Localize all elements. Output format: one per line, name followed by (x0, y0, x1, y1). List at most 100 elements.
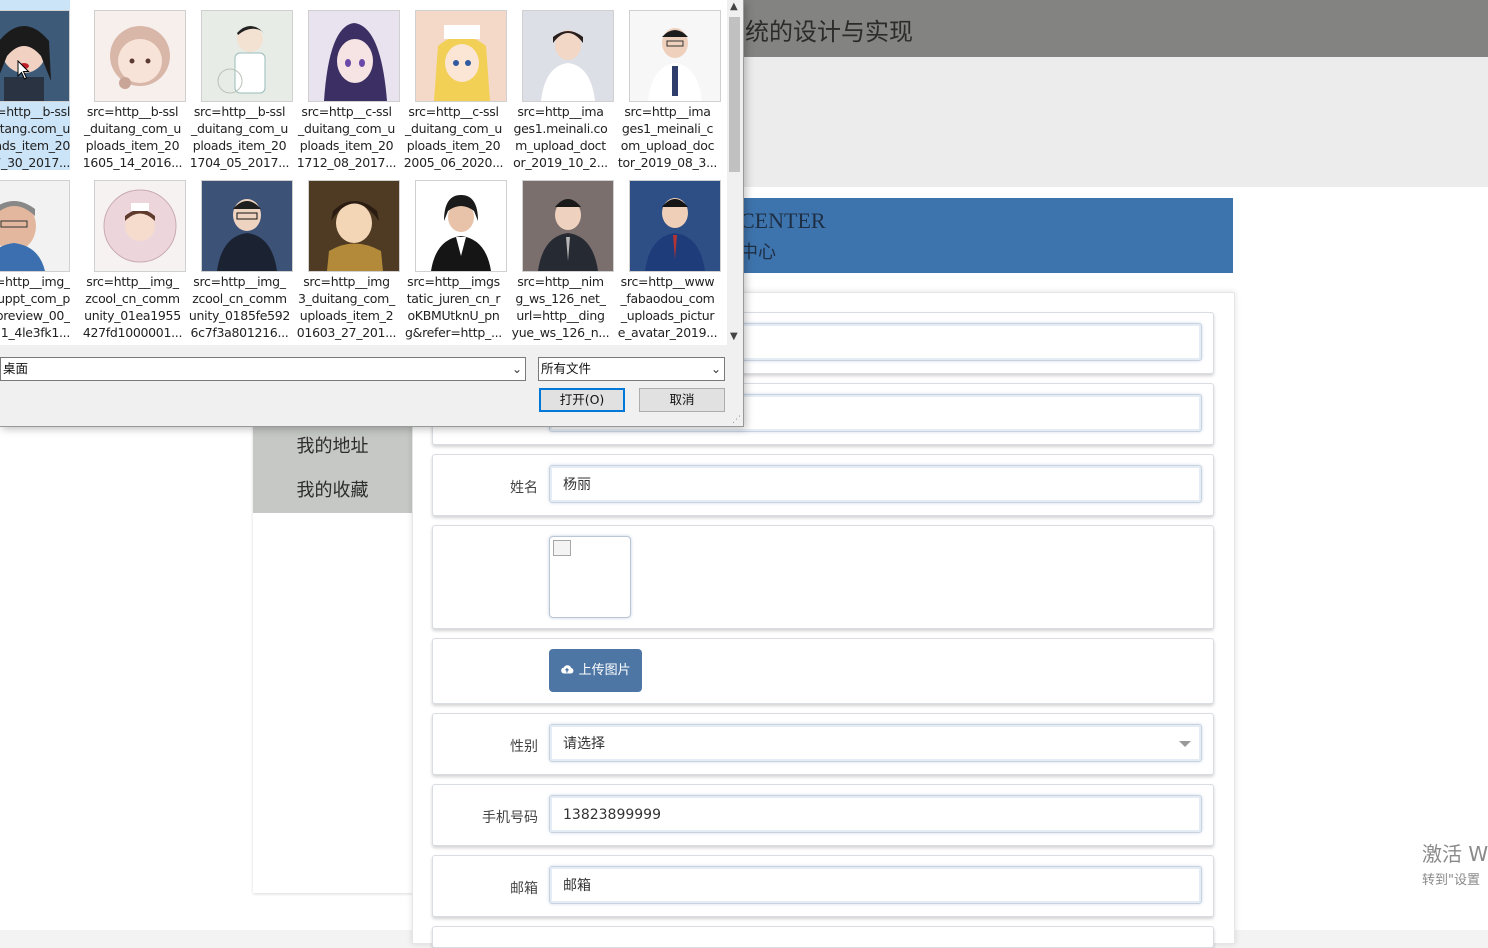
broken-image-icon (553, 540, 571, 556)
file-name-line: zcool_cn_comm (85, 291, 180, 306)
file-item[interactable]: src=http__imgs tatic_juren_cn_r oKBMUtknU_… (400, 170, 507, 340)
file-name-line: 01603_27_201... (296, 325, 397, 340)
scroll-up-icon[interactable]: ▲ (730, 1, 738, 12)
sidebar-item-favorites[interactable]: 我的收藏 (253, 469, 412, 513)
file-name-line: zcool_cn_comm (192, 291, 287, 306)
resize-grip-icon[interactable]: ⋰ (732, 415, 741, 425)
file-item[interactable]: src=http__img_ zcool_cn_comm unity_01ea195… (79, 170, 186, 340)
file-name-line: oKBMUtknU_pn (407, 308, 500, 323)
file-item[interactable]: src=http__c-ssl _duitang_com_u ploads_item… (293, 0, 400, 170)
file-name-line: =http__b-ssl (0, 104, 70, 119)
file-name-line: src=http__b-ssl (86, 104, 179, 119)
file-name-line: src=http__ima (517, 104, 604, 119)
file-thumbnail (522, 10, 614, 102)
location-value: 桌面 (3, 361, 29, 376)
file-item[interactable]: src=http__nim g_ws_126_net_ url=http__ding… (507, 170, 614, 340)
file-open-dialog: =http__b-ssl itang.com_u oads_item_20 07_30… (0, 0, 744, 427)
file-list-pane: =http__b-ssl itang.com_u oads_item_20 07_30… (0, 0, 727, 345)
file-name-line: 427fd1000001... (82, 325, 183, 340)
file-name-line: src=http__www (620, 274, 715, 289)
file-name: =http__b-ssl itang.com_u oads_item_20 07_30… (0, 103, 70, 171)
chevron-down-icon (1179, 741, 1191, 747)
file-thumbnail (201, 180, 293, 272)
file-name: src=http__ima ges1_meinali_c om_upload_doc… (614, 103, 721, 171)
banner-english: CENTER (740, 208, 826, 233)
file-thumbnail (629, 180, 721, 272)
file-name-line: 1605_14_2016... (82, 155, 183, 170)
file-name: src=http__c-ssl _duitang_com_u ploads_item… (400, 103, 507, 171)
file-name-line: src=http__ima (624, 104, 711, 119)
phone-input[interactable]: 13823899999 (549, 795, 1202, 833)
file-item[interactable]: =http__img_ uppt_com_p _preview_00_ 71_4le3… (0, 170, 70, 340)
mouse-cursor-icon (17, 60, 30, 80)
file-name-line: e_avatar_2019... (617, 325, 718, 340)
email-input[interactable]: 邮箱 (549, 866, 1202, 904)
name-input[interactable]: 杨丽 (549, 465, 1202, 503)
file-name-line: uppt_com_p (0, 291, 70, 306)
file-name-line: src=http__c-ssl (301, 104, 392, 119)
file-name: src=http__b-ssl _duitang_com_u ploads_item… (79, 103, 186, 171)
site-title: 统的设计与实现 (745, 18, 913, 46)
file-name: =http__img_ uppt_com_p _preview_00_ 71_4le3… (0, 273, 70, 341)
file-name-line: _duitang_com_u (191, 121, 288, 136)
file-name-line: g&refer=http_... (405, 325, 502, 340)
file-name-line: 2005_06_2020... (403, 155, 504, 170)
file-name-line: m_upload_doct (515, 138, 606, 153)
file-name-line: src=http__img_ (86, 274, 179, 289)
cancel-button[interactable]: 取消 (639, 388, 725, 412)
file-item[interactable]: src=http__ima ges1_meinali_c om_upload_doc… (614, 0, 721, 170)
file-name: src=http__www _fabaodou_com _uploads_pictu… (614, 273, 721, 341)
scroll-down-icon[interactable]: ▼ (730, 331, 738, 342)
file-item[interactable]: src=http__b-ssl _duitang_com_u ploads_item… (186, 0, 293, 170)
file-name: src=http__b-ssl _duitang_com_u ploads_item… (186, 103, 293, 171)
form-row-avatar (432, 525, 1214, 629)
file-name-line: src=http__imgs (407, 274, 500, 289)
scrollbar-thumb[interactable] (729, 17, 740, 172)
file-name-line: src=http__img_ (193, 274, 286, 289)
file-name-line: ploads_item_20 (299, 138, 394, 153)
sidebar-item-address[interactable]: 我的地址 (253, 425, 412, 469)
file-name-line: uploads_item_2 (299, 308, 394, 323)
file-name-line: src=http__img (303, 274, 390, 289)
file-name: src=http__nim g_ws_126_net_ url=http__ding… (507, 273, 614, 341)
file-name-line: ges1.meinali.co (513, 121, 608, 136)
file-name-line: tatic_juren_cn_r (406, 291, 501, 306)
file-name-line: =http__img_ (0, 274, 70, 289)
file-name-line: ges1_meinali_c (621, 121, 714, 136)
form-row-phone: 手机号码 13823899999 (432, 784, 1214, 846)
vertical-scrollbar[interactable]: ▲ ▼ (727, 0, 743, 345)
upload-button-label: 上传图片 (578, 663, 631, 678)
file-name-line: src=http__b-ssl (193, 104, 286, 119)
file-thumbnail (0, 10, 70, 102)
file-type-value: 所有文件 (541, 361, 592, 376)
file-name-line: _duitang_com_u (84, 121, 181, 136)
file-item[interactable]: =http__b-ssl itang.com_u oads_item_20 07_30… (0, 0, 70, 170)
file-item[interactable]: src=http__img 3_duitang_com_ uploads_item_… (293, 170, 400, 340)
file-thumbnail (308, 180, 400, 272)
upload-image-button[interactable]: 上传图片 (549, 649, 642, 692)
file-type-select[interactable]: 所有文件 ⌄ (538, 357, 725, 381)
file-name-line: _preview_00_ (0, 308, 70, 323)
file-name-line: yue_ws_126_n... (511, 325, 610, 340)
form-row-upload: 上传图片 (432, 638, 1214, 704)
open-button[interactable]: 打开(O) (539, 388, 625, 412)
file-item[interactable]: src=http__b-ssl _duitang_com_u ploads_item… (79, 0, 186, 170)
file-name: src=http__img_ zcool_cn_comm unity_01ea195… (79, 273, 186, 341)
file-name-line: 1704_05_2017... (189, 155, 290, 170)
location-combobox[interactable]: 桌面 ⌄ (0, 357, 526, 381)
file-name-line: 3_duitang_com_ (298, 291, 395, 306)
file-thumbnail (629, 10, 721, 102)
chevron-down-icon: ⌄ (511, 362, 522, 376)
file-name-line: _fabaodou_com (620, 291, 715, 306)
file-item[interactable]: src=http__c-ssl _duitang_com_u ploads_item… (400, 0, 507, 170)
gender-select[interactable]: 请选择 (549, 724, 1202, 762)
file-item[interactable]: src=http__ima ges1.meinali.co m_upload_doc… (507, 0, 614, 170)
file-item[interactable]: src=http__img_ zcool_cn_comm unity_0185fe5… (186, 170, 293, 340)
phone-label: 手机号码 (482, 810, 538, 826)
file-item[interactable]: src=http__www _fabaodou_com _uploads_pictu… (614, 170, 721, 340)
file-name-line: itang.com_u (0, 121, 70, 136)
file-name-line: ploads_item_20 (406, 138, 501, 153)
file-name-line: src=http__c-ssl (408, 104, 499, 119)
banner-chinese: 中心 (740, 242, 776, 262)
file-name-line: _duitang_com_u (298, 121, 395, 136)
